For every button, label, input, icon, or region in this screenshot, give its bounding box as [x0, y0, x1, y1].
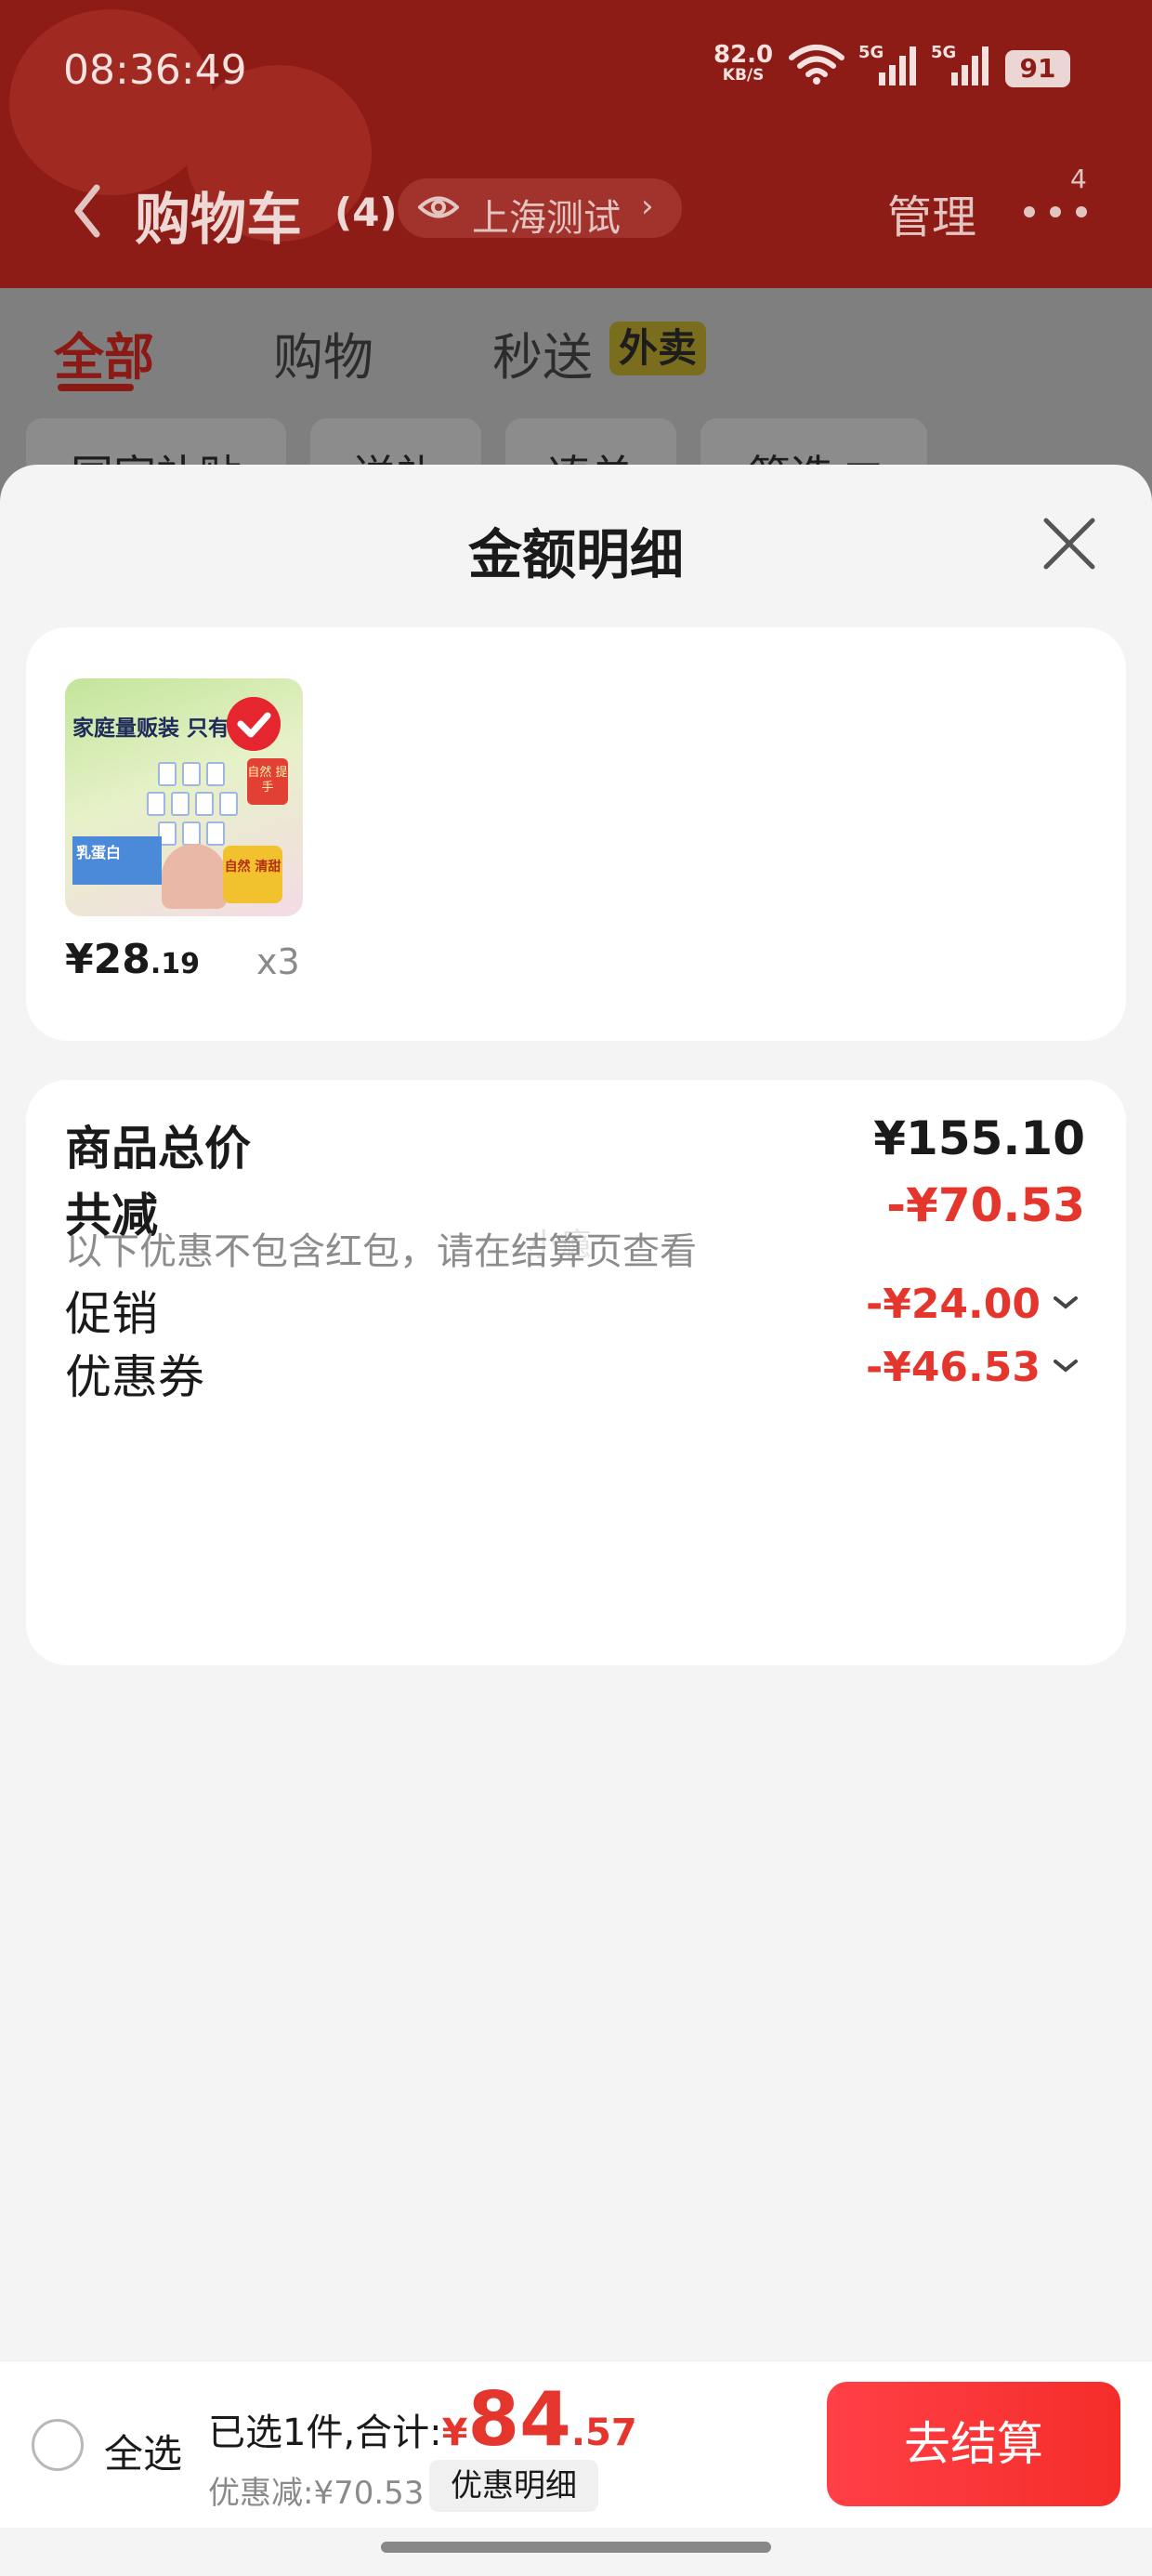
nav-bar: 购物车 (4) 上海测试 › 管理 4 — [0, 164, 1152, 253]
promo-value[interactable]: -¥24.00 — [866, 1281, 1041, 1328]
milk-carton-shape — [182, 821, 201, 846]
milk-carton-shape — [206, 762, 225, 786]
summary-label: 已选1件,合计: — [208, 2412, 442, 2454]
discount-detail-button[interactable]: 优惠明细 — [429, 2460, 598, 2512]
location-text: 上海测试 — [472, 197, 621, 240]
check-badge-icon — [227, 697, 281, 751]
product-card: 家庭量贩装 只有乳 自然 提手 乳蛋白 自然 清甜 ¥28.19 x3 — [26, 627, 1126, 1041]
unit-price-dec: .19 — [150, 948, 201, 980]
battery-icon: 91 — [1005, 50, 1070, 87]
milk-carton-shape — [182, 762, 201, 786]
select-all-label[interactable]: 全选 — [104, 2423, 182, 2479]
more-icon[interactable] — [1022, 203, 1089, 221]
signal-1-icon — [879, 46, 916, 85]
close-icon[interactable] — [1041, 515, 1098, 572]
total-value: ¥155.10 — [873, 1111, 1085, 1165]
product-image-sun-badge: 自然 清甜 — [223, 846, 282, 903]
chevron-down-icon[interactable] — [1052, 1357, 1080, 1375]
header: 08:36:49 82.0 KB/S 5G 5G 91 购物车 (4) 上海测试… — [0, 0, 1152, 288]
unit-price-int: ¥28 — [65, 936, 151, 983]
tab-shopping[interactable]: 购物 — [273, 316, 373, 389]
price-summary-card: 小瘾 商品总价 ¥155.10 共减 -¥70.53 以下优惠不包含红包，请在结… — [26, 1080, 1126, 1665]
location-selector[interactable]: 上海测试 › — [398, 178, 682, 240]
milk-carton-shape — [171, 792, 190, 816]
amount-detail-sheet: 金额明细 家庭量贩装 只有乳 自然 提手 乳蛋白 自然 清甜 ¥28.19 x3… — [0, 465, 1152, 2360]
milk-carton-shape — [206, 821, 225, 846]
product-image-banner: 家庭量贩装 只有乳 — [72, 716, 252, 741]
home-indicator[interactable] — [381, 2542, 771, 2553]
chevron-down-icon[interactable] — [1052, 1294, 1080, 1312]
manage-button[interactable]: 管理 — [887, 180, 976, 245]
takeout-badge: 外卖 — [609, 322, 707, 375]
eye-icon — [418, 196, 459, 218]
milk-carton-shape — [147, 792, 165, 816]
coupon-label: 优惠券 — [65, 1350, 204, 1404]
milk-carton-shape — [158, 762, 177, 786]
product-image-blue-panel: 乳蛋白 — [72, 836, 162, 885]
milk-carton-shape — [195, 792, 214, 816]
product-image-family — [162, 844, 227, 909]
page-title: 购物车 — [135, 188, 302, 253]
checkout-button[interactable]: 去结算 — [827, 2382, 1120, 2506]
reduce-value: -¥70.53 — [886, 1178, 1085, 1232]
tab-all[interactable]: 全部 — [54, 316, 154, 389]
total-label: 商品总价 — [65, 1122, 251, 1176]
summary-total-int: 84 — [467, 2376, 571, 2463]
promo-label: 促销 — [65, 1287, 158, 1341]
quantity: x3 — [256, 941, 300, 982]
summary-total-dec: .57 — [570, 2412, 637, 2454]
net-speed: 82.0 KB/S — [713, 43, 773, 85]
discount-note: 以下优惠不包含红包，请在结算页查看 — [65, 1230, 697, 1273]
status-time: 08:36:49 — [63, 46, 247, 94]
sheet-title: 金额明细 — [467, 523, 684, 586]
checkout-bar: 全选 已选1件,合计:¥84.57 优惠减:¥70.53 优惠明细 去结算 — [0, 2360, 1152, 2528]
product-image-badge: 自然 提手 — [247, 758, 288, 805]
order-summary: 已选1件,合计:¥84.57 — [208, 2376, 637, 2463]
signal-2-icon — [951, 46, 988, 85]
tab-underline — [58, 384, 134, 391]
wifi-icon — [789, 45, 844, 85]
more-badge: 4 — [1070, 164, 1087, 194]
tab-instant[interactable]: 秒送 — [492, 316, 593, 389]
cart-count: (4) — [334, 190, 398, 235]
back-icon[interactable] — [65, 178, 111, 243]
unit-price: ¥28.19 — [65, 936, 200, 983]
coupon-value[interactable]: -¥46.53 — [866, 1344, 1041, 1391]
milk-carton-shape — [219, 792, 238, 816]
select-all-radio[interactable] — [32, 2419, 84, 2471]
product-image[interactable]: 家庭量贩装 只有乳 自然 提手 乳蛋白 自然 清甜 — [65, 678, 303, 916]
status-bar: 08:36:49 82.0 KB/S 5G 5G 91 — [0, 0, 1152, 139]
summary-yen: ¥ — [441, 2412, 468, 2454]
chevron-right-icon: › — [641, 188, 654, 225]
discount-amount: 优惠减:¥70.53 — [208, 2475, 425, 2512]
